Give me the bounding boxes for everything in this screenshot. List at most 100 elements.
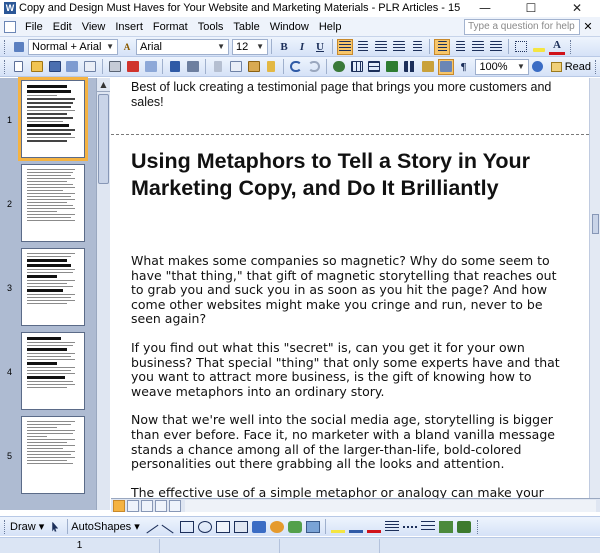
line-tool-icon[interactable] [143,520,159,533]
menu-window[interactable]: Window [265,21,314,33]
zoom-select[interactable]: 100% ▼ [475,58,529,75]
thumbnail-page-4[interactable]: 4 [0,330,96,412]
insert-picture-icon[interactable] [305,520,320,533]
numbering-icon[interactable] [434,38,450,55]
web-layout-icon[interactable] [127,499,139,512]
permission-icon[interactable] [64,59,80,75]
toolbar-grip[interactable] [4,39,7,54]
save-icon[interactable] [47,59,63,75]
increase-indent-icon[interactable] [488,39,504,55]
print-preview-icon[interactable] [125,59,141,75]
drawing-icon[interactable] [420,59,436,75]
toolbar-options-icon[interactable] [595,59,598,74]
horizontal-scroll-track[interactable] [185,499,596,512]
dash-style-icon[interactable] [402,525,417,528]
minimize-button[interactable]: — [462,0,508,16]
document-icon[interactable] [4,20,16,33]
justify-icon[interactable] [391,39,407,55]
format-painter-icon[interactable] [264,59,280,75]
print-icon[interactable] [107,59,123,75]
font-select[interactable]: Arial ▼ [136,38,229,55]
vertical-text-box-icon[interactable] [233,520,248,533]
text-box-icon[interactable] [215,520,230,533]
menu-table[interactable]: Table [228,21,264,33]
menu-file[interactable]: File [20,21,48,33]
thumbnail-scrollbar[interactable]: ▲ [96,78,110,510]
align-left-icon[interactable] [337,38,353,55]
select-objects-icon[interactable] [47,519,63,535]
show-hide-button[interactable]: ¶ [456,59,472,75]
toolbar-grip[interactable] [4,519,7,534]
bold-button[interactable]: B [276,39,292,55]
line-color-icon[interactable] [348,521,363,533]
undo-icon[interactable] [288,59,304,75]
print-layout-icon[interactable] [141,499,153,512]
thumbnail-page-5[interactable]: 5 [0,414,96,496]
scroll-up-icon[interactable]: ▲ [97,78,110,92]
insert-excel-icon[interactable] [384,59,400,75]
font-color-icon[interactable] [366,521,381,533]
fill-color-icon[interactable] [330,521,345,533]
menu-edit[interactable]: Edit [48,21,77,33]
shadow-style-icon[interactable] [438,520,453,533]
email-icon[interactable] [82,59,98,75]
diagram-icon[interactable] [269,520,284,533]
normal-view-icon[interactable] [113,499,125,512]
3d-style-icon[interactable] [456,520,471,533]
new-document-icon[interactable] [11,59,27,75]
font-color-button[interactable]: A [549,39,565,55]
thumbnail-page-1[interactable]: 1 [0,77,96,161]
underline-button[interactable]: U [312,39,328,55]
wordart-icon[interactable] [251,520,266,533]
copy-icon[interactable] [228,59,244,75]
arrow-style-icon[interactable] [420,520,435,533]
draw-menu[interactable]: Draw ▾ [10,520,44,533]
maximize-button[interactable]: ☐ [508,0,554,16]
font-size-select[interactable]: 12 ▼ [232,38,268,55]
oval-tool-icon[interactable] [197,520,212,533]
reading-layout-icon[interactable] [169,499,181,512]
outline-view-icon[interactable] [155,499,167,512]
align-right-icon[interactable] [373,39,389,55]
menu-insert[interactable]: Insert [110,21,148,33]
borders-icon[interactable] [513,39,529,55]
highlight-icon[interactable] [531,39,547,55]
cut-icon[interactable] [210,59,226,75]
document-area[interactable]: Best of luck creating a testimonial page… [111,78,589,498]
align-center-icon[interactable] [355,39,371,55]
thumbnail-page-2[interactable]: 2 [0,162,96,244]
document-scroll-handle[interactable] [592,214,599,234]
menu-format[interactable]: Format [148,21,193,33]
thumbnail-page-3[interactable]: 3 [0,246,96,328]
paste-icon[interactable] [246,59,262,75]
tables-borders-icon[interactable] [349,59,365,75]
redo-icon[interactable] [306,59,322,75]
hyperlink-icon[interactable] [331,59,347,75]
clip-art-icon[interactable] [287,520,302,533]
autoshapes-menu[interactable]: AutoShapes ▾ [71,520,140,533]
help-search-input[interactable]: Type a question for help [464,18,580,35]
decrease-indent-icon[interactable] [470,39,486,55]
toolbar-options-icon[interactable] [570,39,573,54]
toolbar-options-icon[interactable] [476,519,480,534]
research-icon[interactable] [143,59,159,75]
menu-tools[interactable]: Tools [193,21,229,33]
italic-button[interactable]: I [294,39,310,55]
style-select[interactable]: Normal + Arial ▼ [28,38,118,55]
close-button[interactable]: ✕ [554,0,600,16]
menu-view[interactable]: View [77,21,111,33]
help-icon[interactable] [530,59,546,75]
thumbnail-scroll-handle[interactable] [98,94,109,184]
insert-table-icon[interactable] [367,59,383,75]
spelling-icon[interactable] [167,59,183,75]
document-scrollbar[interactable] [589,78,600,498]
document-map-icon[interactable] [437,58,454,75]
menu-help[interactable]: Help [314,21,347,33]
toolbar-grip[interactable] [4,59,7,74]
line-style-icon[interactable] [384,520,399,533]
read-button[interactable]: Read [547,61,595,73]
arrow-tool-icon[interactable] [161,520,177,533]
research-book-icon[interactable] [185,59,201,75]
close-document-icon[interactable]: ✕ [580,20,596,33]
styles-pane-icon[interactable] [11,39,27,55]
